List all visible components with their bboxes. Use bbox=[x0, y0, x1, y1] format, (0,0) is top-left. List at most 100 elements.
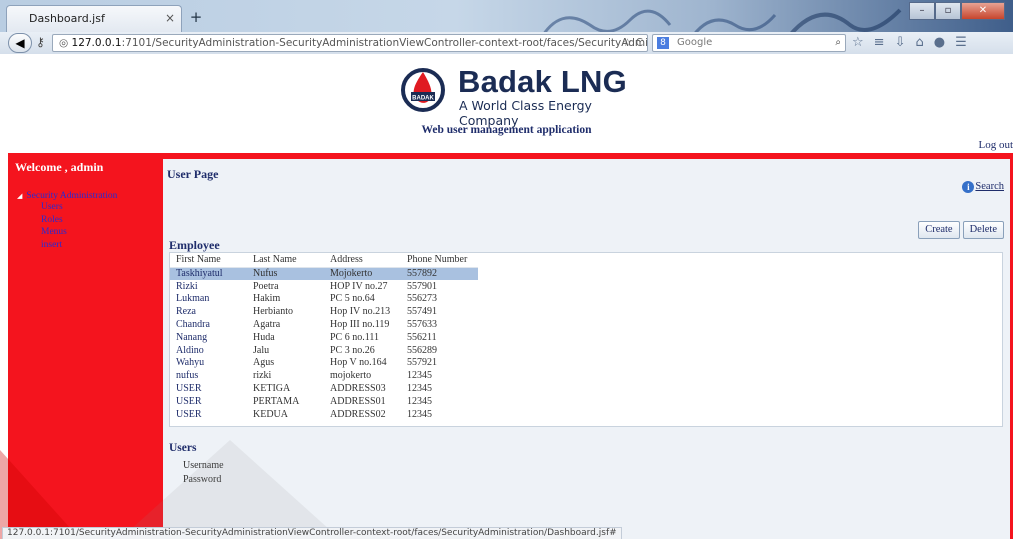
tab-close-icon[interactable]: × bbox=[165, 11, 175, 25]
expand-triangle-icon[interactable]: ◢ bbox=[17, 192, 22, 200]
create-button[interactable]: Create bbox=[918, 221, 960, 239]
cell-last-name: Jalu bbox=[253, 344, 270, 356]
sidebar-item-roles[interactable]: Roles bbox=[17, 214, 117, 227]
cell-first-name: USER bbox=[176, 383, 202, 395]
cell-last-name: PERTAMA bbox=[253, 395, 300, 407]
sidebar-item-menus[interactable]: Menus bbox=[17, 226, 117, 239]
delete-button[interactable]: Delete bbox=[962, 221, 1004, 239]
cell-address: Hop IV no.213 bbox=[330, 306, 391, 318]
cell-address: ADDRESS01 bbox=[330, 395, 386, 407]
cell-phone-number: 12345 bbox=[407, 408, 432, 420]
column-header-address[interactable]: Address bbox=[324, 253, 401, 268]
cell-first-name: Reza bbox=[176, 306, 196, 318]
table-row[interactable]: Lukman Hakim PC 5 no.64 556273 bbox=[170, 293, 478, 306]
table-row[interactable]: USER PERTAMA ADDRESS01 12345 bbox=[170, 395, 478, 408]
maximize-button[interactable]: ▫ bbox=[935, 2, 961, 20]
cell-phone-number: 556273 bbox=[407, 293, 437, 305]
username-label: Username bbox=[183, 460, 224, 471]
cell-first-name: Chandra bbox=[176, 319, 210, 331]
menu-icon[interactable]: ☰ bbox=[955, 35, 967, 50]
table-row[interactable]: Aldino Jalu PC 3 no.26 556289 bbox=[170, 344, 478, 357]
table-row[interactable]: Taskhiyatul Nufus Mojokerto 557892 bbox=[170, 267, 478, 280]
back-button[interactable]: ◀ bbox=[8, 33, 32, 53]
globe-icon: ◎ bbox=[59, 37, 69, 49]
close-window-button[interactable]: ✕ bbox=[961, 2, 1005, 20]
cell-last-name: Nufus bbox=[247, 267, 324, 280]
cell-last-name: Herbianto bbox=[253, 306, 293, 318]
table-row[interactable]: Wahyu Agus Hop V no.164 557921 bbox=[170, 357, 478, 370]
cell-address: PC 5 no.64 bbox=[330, 293, 375, 305]
sidebar-item-insert[interactable]: insert bbox=[17, 239, 117, 252]
window-controls: – ▫ ✕ bbox=[909, 2, 1005, 20]
tab-title: Dashboard.jsf bbox=[29, 12, 105, 25]
users-section-title: Users bbox=[169, 442, 197, 454]
cell-last-name: Agatra bbox=[253, 319, 281, 331]
download-icon[interactable]: ⇩ bbox=[895, 35, 906, 50]
cell-address: mojokerto bbox=[330, 370, 372, 382]
employee-table: First Name Last Name Address Phone Numbe… bbox=[170, 253, 478, 421]
reload-icon[interactable]: ☆ C bbox=[623, 35, 643, 51]
home-icon[interactable]: ⌂ bbox=[915, 35, 923, 50]
cell-last-name: Agus bbox=[253, 357, 275, 369]
cell-first-name: Wahyu bbox=[176, 357, 205, 369]
cell-last-name: Hakim bbox=[253, 293, 281, 305]
column-header-last-name[interactable]: Last Name bbox=[247, 253, 324, 268]
cell-last-name: rizki bbox=[253, 370, 272, 382]
toolbar-icons: ☆ ≡ ⇩ ⌂ ● ☰ bbox=[852, 35, 967, 50]
table-row[interactable]: Chandra Agatra Hop III no.119 557633 bbox=[170, 318, 478, 331]
minimize-button[interactable]: – bbox=[909, 2, 935, 20]
password-label: Password bbox=[183, 474, 222, 485]
cell-address: Hop III no.119 bbox=[330, 319, 390, 331]
bookmarks-icon[interactable]: ≡ bbox=[874, 35, 885, 50]
cell-last-name: Poetra bbox=[253, 280, 279, 292]
cell-address: PC 6 no.111 bbox=[330, 331, 379, 343]
sidebar-item-users[interactable]: Users bbox=[17, 201, 117, 214]
search-label: Search bbox=[975, 181, 1004, 192]
column-header-first-name[interactable]: First Name bbox=[170, 253, 247, 268]
badak-logo-icon: BADAK bbox=[401, 68, 445, 112]
employee-section-title: Employee bbox=[169, 238, 220, 252]
info-icon: i bbox=[962, 181, 975, 193]
table-header-row: First Name Last Name Address Phone Numbe… bbox=[170, 253, 478, 268]
search-engine-placeholder: Google bbox=[677, 37, 713, 48]
addon-icon[interactable]: ● bbox=[934, 35, 945, 50]
cell-address: Mojokerto bbox=[324, 267, 401, 280]
cell-first-name: Lukman bbox=[176, 293, 210, 305]
table-row[interactable]: USER KEDUA ADDRESS02 12345 bbox=[170, 408, 478, 421]
cell-address: ADDRESS03 bbox=[330, 383, 386, 395]
column-header-phone-number[interactable]: Phone Number bbox=[401, 253, 478, 268]
table-row[interactable]: nufus rizki mojokerto 12345 bbox=[170, 369, 478, 382]
cell-phone-number: 12345 bbox=[407, 370, 432, 382]
address-bar[interactable]: ◎ 127.0.0.1:7101/SecurityAdministration-… bbox=[52, 34, 648, 52]
table-row[interactable]: USER KETIGA ADDRESS03 12345 bbox=[170, 382, 478, 395]
bookmark-star-icon[interactable]: ☆ bbox=[852, 35, 864, 50]
cell-first-name: Aldino bbox=[176, 344, 204, 356]
logout-link[interactable]: Log out bbox=[978, 139, 1013, 151]
new-tab-button[interactable]: + bbox=[185, 8, 207, 28]
search-icon[interactable]: ⌕ bbox=[835, 35, 841, 51]
tab-dashboard[interactable]: Dashboard.jsf × bbox=[6, 5, 182, 32]
employee-table-container: First Name Last Name Address Phone Numbe… bbox=[169, 252, 1003, 427]
cell-phone-number: 556289 bbox=[407, 344, 437, 356]
cell-first-name: Nanang bbox=[176, 331, 208, 343]
nav-tree: ◢ Security Administration Users Roles Men… bbox=[17, 191, 117, 251]
search-link[interactable]: i Search bbox=[962, 181, 1004, 193]
table-row[interactable]: Reza Herbianto Hop IV no.213 557491 bbox=[170, 305, 478, 318]
brand-logo: BADAK Badak LNG A World Class Energy Com… bbox=[393, 60, 648, 128]
url-path: :7101/SecurityAdministration-SecurityAdm… bbox=[121, 37, 648, 49]
action-buttons: Create Delete bbox=[918, 221, 1004, 239]
site-identity-icon[interactable]: ⚷ bbox=[36, 35, 45, 49]
main-frame: Welcome , admin ◢ Security Administration… bbox=[8, 153, 1013, 539]
cell-phone-number: 557491 bbox=[407, 306, 437, 318]
cell-address: Hop V no.164 bbox=[330, 357, 387, 369]
cell-first-name: Rizki bbox=[176, 280, 198, 292]
table-row[interactable]: Rizki Poetra HOP IV no.27 557901 bbox=[170, 280, 478, 293]
cell-phone-number: 557633 bbox=[407, 319, 437, 331]
content-panel: User Page i Search Create Delete Employee… bbox=[163, 159, 1010, 539]
tree-root-security-administration[interactable]: ◢ Security Administration bbox=[17, 191, 117, 201]
cell-first-name: Taskhiyatul bbox=[170, 267, 247, 280]
search-engine-box[interactable]: 8 Google ⌕ bbox=[652, 34, 846, 52]
status-bar: 127.0.0.1:7101/SecurityAdministration-Se… bbox=[2, 527, 622, 539]
table-row[interactable]: Nanang Huda PC 6 no.111 556211 bbox=[170, 331, 478, 344]
cell-first-name: USER bbox=[176, 408, 202, 420]
